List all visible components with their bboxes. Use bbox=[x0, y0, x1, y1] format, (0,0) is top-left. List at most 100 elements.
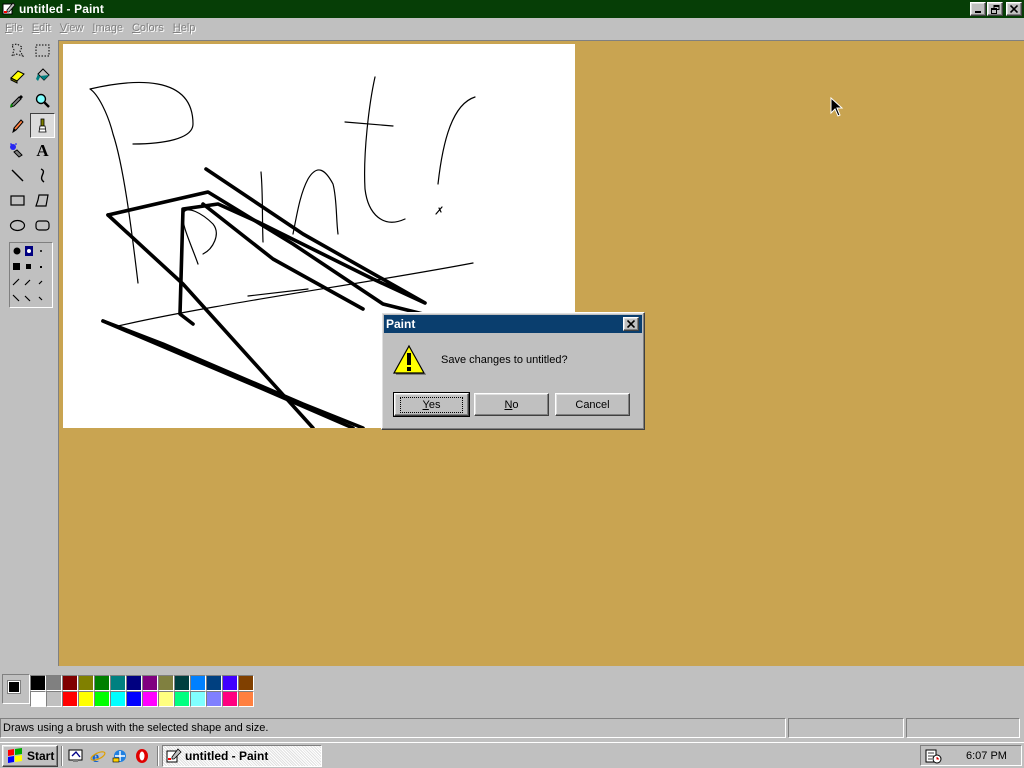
palette-swatch[interactable] bbox=[158, 675, 174, 691]
restore-button[interactable] bbox=[987, 2, 1003, 16]
tool-airbrush[interactable] bbox=[5, 138, 30, 163]
tool-free-form-select[interactable] bbox=[5, 38, 30, 63]
yes-button[interactable]: Yes bbox=[393, 392, 470, 417]
palette-swatch[interactable] bbox=[126, 675, 142, 691]
scheduler-tray-icon[interactable] bbox=[924, 748, 942, 764]
palette-swatch[interactable] bbox=[30, 691, 46, 707]
color-box bbox=[0, 666, 1024, 714]
palette-swatch[interactable] bbox=[110, 691, 126, 707]
quicklaunch-show-desktop[interactable] bbox=[66, 746, 86, 766]
no-accelerator: N bbox=[504, 398, 513, 411]
palette-swatch[interactable] bbox=[190, 691, 206, 707]
palette-swatch[interactable] bbox=[174, 691, 190, 707]
tool-text[interactable]: A bbox=[30, 138, 55, 163]
tool-ellipse[interactable] bbox=[5, 213, 30, 238]
minimize-button[interactable] bbox=[970, 2, 986, 16]
window-title: untitled - Paint bbox=[19, 2, 104, 16]
current-colors[interactable] bbox=[2, 674, 30, 704]
tool-curve[interactable] bbox=[30, 163, 55, 188]
airbrush-icon bbox=[10, 143, 23, 158]
dialog-close-button[interactable] bbox=[623, 317, 639, 331]
palette-swatch[interactable] bbox=[174, 675, 190, 691]
palette-swatch[interactable] bbox=[46, 675, 62, 691]
tool-polygon[interactable] bbox=[30, 188, 55, 213]
palette-swatch[interactable] bbox=[238, 675, 254, 691]
cancel-button[interactable]: Cancel bbox=[555, 393, 630, 416]
palette-swatch[interactable] bbox=[126, 691, 142, 707]
minimize-icon bbox=[975, 11, 981, 13]
palette-swatch[interactable] bbox=[142, 675, 158, 691]
menu-edit[interactable]: Edit bbox=[29, 22, 57, 34]
tool-select[interactable] bbox=[30, 38, 55, 63]
tool-brush[interactable] bbox=[30, 113, 55, 138]
close-button[interactable] bbox=[1006, 2, 1022, 16]
eraser-icon bbox=[10, 70, 25, 84]
status-coordinates bbox=[788, 718, 904, 738]
palette-swatch[interactable] bbox=[94, 675, 110, 691]
quicklaunch-internet-explorer[interactable]: e bbox=[88, 746, 108, 766]
menu-view[interactable]: View bbox=[57, 22, 90, 34]
palette-swatch[interactable] bbox=[78, 675, 94, 691]
task-button-paint[interactable]: untitled - Paint bbox=[162, 744, 322, 767]
dialog-title-bar[interactable]: Paint bbox=[384, 315, 642, 333]
palette-swatch[interactable] bbox=[206, 691, 222, 707]
palette-swatch[interactable] bbox=[238, 691, 254, 707]
no-button[interactable]: No bbox=[474, 393, 549, 416]
palette-swatch[interactable] bbox=[190, 675, 206, 691]
palette-swatch[interactable] bbox=[206, 675, 222, 691]
palette-swatch[interactable] bbox=[158, 691, 174, 707]
tool-pencil[interactable] bbox=[5, 113, 30, 138]
free-form-select-icon bbox=[11, 43, 25, 57]
tool-line[interactable] bbox=[5, 163, 30, 188]
palette-swatch[interactable] bbox=[62, 691, 78, 707]
taskbar-separator bbox=[61, 745, 63, 766]
tool-magnifier[interactable] bbox=[30, 88, 55, 113]
clock[interactable]: 6:07 PM bbox=[966, 750, 1007, 762]
pencil-icon bbox=[12, 119, 24, 134]
palette-swatch[interactable] bbox=[110, 675, 126, 691]
tool-pick-color[interactable] bbox=[5, 88, 30, 113]
palette-swatch[interactable] bbox=[62, 675, 78, 691]
palette-swatch[interactable] bbox=[78, 691, 94, 707]
palette-swatch[interactable] bbox=[46, 691, 62, 707]
pick-color-icon bbox=[10, 95, 23, 108]
menu-file[interactable]: File bbox=[2, 22, 29, 34]
tool-eraser[interactable] bbox=[5, 63, 30, 88]
menu-image[interactable]: Image bbox=[89, 22, 129, 34]
palette-swatch[interactable] bbox=[222, 675, 238, 691]
opera-icon bbox=[136, 748, 148, 763]
palette-swatch[interactable] bbox=[222, 691, 238, 707]
status-size bbox=[906, 718, 1020, 738]
curve-icon bbox=[40, 168, 45, 183]
no-label-rest: o bbox=[512, 398, 519, 411]
text-icon: A bbox=[36, 140, 49, 160]
show-desktop-icon bbox=[68, 749, 83, 762]
restore-icon bbox=[990, 4, 999, 14]
tool-fill[interactable] bbox=[30, 63, 55, 88]
menu-help[interactable]: Help bbox=[170, 22, 202, 34]
title-bar[interactable]: untitled - Paint bbox=[0, 0, 1024, 18]
system-tray: 6:07 PM bbox=[920, 745, 1022, 766]
polygon-icon bbox=[35, 194, 49, 207]
start-label: Start bbox=[27, 748, 55, 763]
status-bar: Draws using a brush with the selected sh… bbox=[0, 718, 1024, 740]
start-button[interactable]: Start bbox=[2, 744, 58, 767]
close-icon bbox=[1010, 5, 1018, 13]
svg-text:e: e bbox=[92, 749, 99, 764]
tool-rectangle[interactable] bbox=[5, 188, 30, 213]
dialog-title: Paint bbox=[386, 317, 416, 331]
palette-swatch[interactable] bbox=[142, 691, 158, 707]
yes-label-rest: es bbox=[428, 398, 441, 411]
tool-rounded-rectangle[interactable] bbox=[30, 213, 55, 238]
quicklaunch-outlook-express[interactable] bbox=[110, 746, 130, 766]
line-icon bbox=[11, 169, 24, 182]
menu-colors[interactable]: Colors bbox=[129, 22, 170, 34]
brush-shape-options[interactable] bbox=[9, 242, 53, 308]
select-icon bbox=[35, 44, 50, 57]
paint-task-icon bbox=[166, 747, 182, 762]
palette-swatch[interactable] bbox=[30, 675, 46, 691]
toolbox: A bbox=[2, 38, 56, 664]
quicklaunch-opera[interactable] bbox=[132, 746, 152, 766]
taskbar: Start e untitled - Paint 6:07 PM bbox=[0, 742, 1024, 768]
palette-swatch[interactable] bbox=[94, 691, 110, 707]
